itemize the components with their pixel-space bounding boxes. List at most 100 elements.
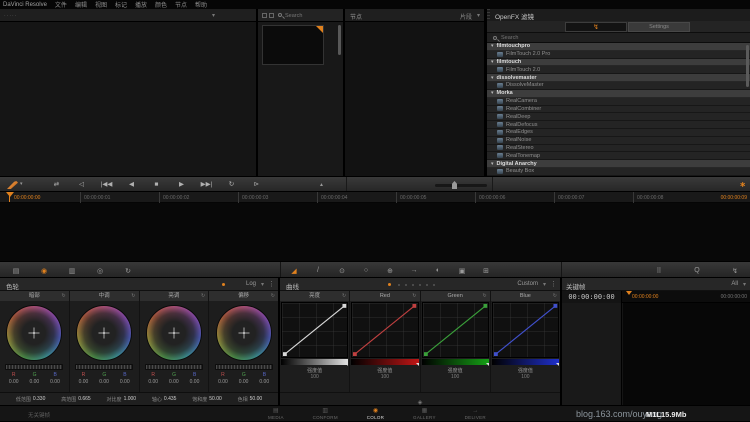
magnifier-menu-icon[interactable]: Q bbox=[678, 267, 716, 274]
shuffle-icon[interactable]: ⇄ bbox=[44, 177, 69, 193]
grid-view-icon[interactable]: ⠿ bbox=[640, 267, 678, 275]
gallery-grid-icon[interactable] bbox=[262, 13, 267, 18]
curve-graph[interactable] bbox=[281, 302, 348, 358]
gallery-list-icon[interactable] bbox=[269, 13, 274, 18]
menu-item[interactable]: 播放 bbox=[135, 0, 147, 9]
wheel-puck[interactable] bbox=[243, 332, 245, 334]
curve-mode-dropdown[interactable]: Custom bbox=[517, 281, 538, 287]
step-back-icon[interactable]: ◀ bbox=[119, 177, 144, 193]
curve-slider-value[interactable]: 100 bbox=[280, 374, 349, 380]
kebab-menu-icon[interactable]: ⋮ bbox=[550, 280, 557, 288]
tracker-icon[interactable]: ⊕ bbox=[378, 267, 402, 275]
curve-graph[interactable] bbox=[492, 302, 559, 358]
motion-effects-icon[interactable]: ↻ bbox=[114, 267, 142, 275]
color-wheel[interactable] bbox=[146, 305, 202, 361]
parameter-value[interactable]: 50.00 bbox=[209, 396, 222, 403]
reset-icon[interactable]: ↻ bbox=[483, 293, 487, 299]
menu-item[interactable]: 编辑 bbox=[75, 0, 87, 9]
sizing-icon[interactable]: ⊞ bbox=[474, 267, 498, 275]
openfx-list-row[interactable]: ▾ RealDeep bbox=[487, 113, 750, 121]
wheel-parameter[interactable]: 轴心 0.435 bbox=[152, 396, 177, 403]
blue-value[interactable]: 0.00 bbox=[259, 379, 269, 385]
openfx-scrollbar[interactable] bbox=[746, 45, 749, 87]
menu-item[interactable]: 帮助 bbox=[195, 0, 207, 9]
green-value[interactable]: 0.00 bbox=[99, 379, 109, 385]
stop-icon[interactable]: ■ bbox=[144, 177, 169, 193]
blue-value[interactable]: 0.00 bbox=[120, 379, 130, 385]
openfx-list-row[interactable]: ▾ Digital Anarchy bbox=[487, 160, 750, 168]
green-value[interactable]: 0.00 bbox=[169, 379, 179, 385]
match-frame-icon[interactable]: ⊳ bbox=[244, 177, 269, 193]
color-wheel[interactable] bbox=[76, 305, 132, 361]
red-value[interactable]: 0.00 bbox=[9, 379, 19, 385]
openfx-list-row[interactable]: ▾ DissolveMaster bbox=[487, 82, 750, 90]
openfx-settings-tab[interactable]: Settings bbox=[628, 22, 690, 32]
reset-icon[interactable]: ↻ bbox=[553, 293, 557, 299]
wheel-parameter[interactable]: 高范围 0.665 bbox=[61, 396, 91, 403]
openfx-list-row[interactable]: ▾ RealCombiner bbox=[487, 106, 750, 114]
curve-range-slider[interactable] bbox=[351, 359, 418, 365]
last-frame-icon[interactable]: ▶▶| bbox=[194, 177, 219, 193]
audio-icon[interactable]: ◁ bbox=[69, 177, 94, 193]
blue-value[interactable]: 0.00 bbox=[190, 379, 200, 385]
reset-icon[interactable]: ↻ bbox=[271, 293, 275, 299]
parameter-value[interactable]: 0.665 bbox=[78, 396, 91, 403]
lightbox-icon[interactable]: ↯ bbox=[716, 267, 750, 275]
curve-graph[interactable] bbox=[351, 302, 418, 358]
green-value[interactable]: 0.00 bbox=[239, 379, 249, 385]
wheel-parameter[interactable]: 低范围 0.330 bbox=[16, 396, 46, 403]
playhead-icon[interactable] bbox=[6, 192, 14, 197]
openfx-list-row[interactable]: ▾ dissolvemaster bbox=[487, 74, 750, 82]
gallery-still-thumbnail[interactable] bbox=[262, 25, 324, 65]
menu-item[interactable]: 标记 bbox=[115, 0, 127, 9]
wheel-parameter[interactable]: 饱和度 50.00 bbox=[192, 396, 222, 403]
gallery-scrollbar[interactable] bbox=[338, 25, 341, 55]
motion-icon[interactable]: → bbox=[402, 267, 426, 274]
grading-tool-icon[interactable] bbox=[7, 181, 18, 189]
openfx-list-row[interactable]: ▾ filmtouch bbox=[487, 59, 750, 67]
openfx-list-row[interactable]: ▾ RealDefocus bbox=[487, 121, 750, 129]
primary-bars-icon[interactable]: ▥ bbox=[58, 267, 86, 275]
master-wheel-slider[interactable] bbox=[75, 364, 133, 370]
openfx-library-tab[interactable]: ↯ bbox=[565, 22, 627, 32]
red-value[interactable]: 0.00 bbox=[148, 379, 158, 385]
first-frame-icon[interactable]: |◀◀ bbox=[94, 177, 119, 193]
key-icon[interactable]: ▣ bbox=[450, 267, 474, 275]
menu-item[interactable]: 视图 bbox=[95, 0, 107, 9]
page-conform-button[interactable]: ▥ CONFORM bbox=[313, 406, 338, 422]
master-wheel-slider[interactable] bbox=[145, 364, 203, 370]
rgb-mixer-icon[interactable]: ◎ bbox=[86, 267, 114, 275]
blue-value[interactable]: 0.00 bbox=[50, 379, 60, 385]
parameter-value[interactable]: 0.435 bbox=[164, 396, 177, 403]
openfx-list-row[interactable]: ▾ RealNoise bbox=[487, 137, 750, 145]
gallery-search-input[interactable]: Search bbox=[285, 13, 302, 19]
keyframe-filter-dropdown[interactable]: All bbox=[731, 281, 738, 287]
page-deliver-button[interactable]: → DELIVER bbox=[465, 406, 486, 422]
master-wheel-slider[interactable] bbox=[215, 364, 273, 370]
parameter-value[interactable]: 1.000 bbox=[124, 396, 137, 403]
curves-icon[interactable]: ◢ bbox=[282, 267, 306, 275]
zoom-slider[interactable] bbox=[435, 184, 487, 187]
blur-icon[interactable]: ◐ bbox=[426, 267, 450, 274]
kebab-menu-icon[interactable]: ⋮ bbox=[268, 280, 275, 288]
node-mode-dropdown[interactable]: 片段 bbox=[460, 12, 472, 21]
wheel-parameter[interactable]: 色相 50.00 bbox=[238, 396, 263, 403]
parameter-value[interactable]: 0.330 bbox=[33, 396, 46, 403]
wheel-puck[interactable] bbox=[33, 332, 35, 334]
green-value[interactable]: 0.00 bbox=[29, 379, 39, 385]
wheel-mode-dropdown[interactable]: Log bbox=[246, 281, 256, 287]
red-value[interactable]: 0.00 bbox=[79, 379, 89, 385]
openfx-list-row[interactable]: ▾ filmtouchpro bbox=[487, 43, 750, 51]
curve-range-slider[interactable] bbox=[281, 359, 348, 365]
openfx-list-row[interactable]: ▾ RealStereo bbox=[487, 145, 750, 153]
menu-item[interactable]: 颜色 bbox=[155, 0, 167, 9]
openfx-list-row[interactable]: ▾ Morka bbox=[487, 90, 750, 98]
reset-icon[interactable]: ↻ bbox=[62, 293, 66, 299]
page-media-button[interactable]: ▤ MEDIA bbox=[268, 406, 284, 422]
reset-icon[interactable]: ↻ bbox=[412, 293, 416, 299]
power-window-icon[interactable]: ○ bbox=[354, 267, 378, 274]
marker-icon[interactable]: ▲ bbox=[319, 182, 324, 188]
curve-slider-value[interactable]: 100 bbox=[350, 374, 419, 380]
reset-icon[interactable]: ↻ bbox=[342, 293, 346, 299]
color-wheels-icon[interactable]: ◉ bbox=[30, 267, 58, 275]
